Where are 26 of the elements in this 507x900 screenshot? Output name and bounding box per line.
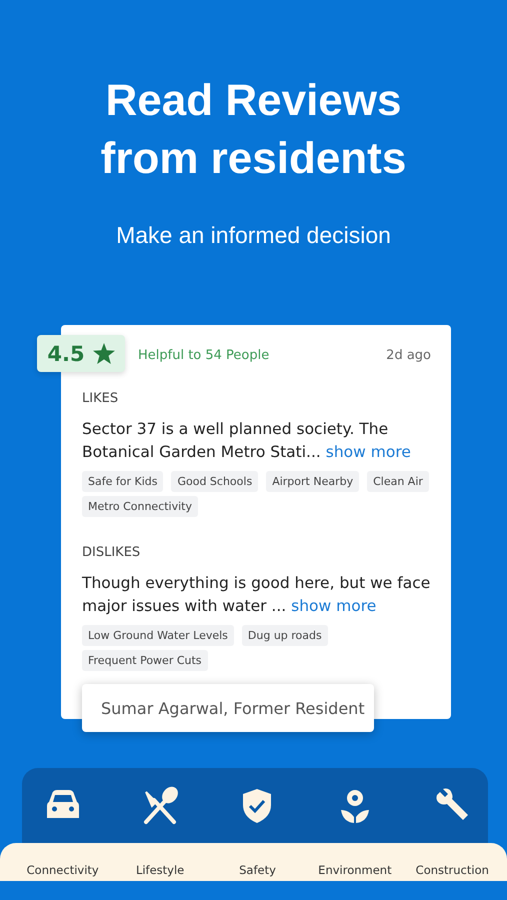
tag: Frequent Power Cuts <box>82 650 208 671</box>
review-text: Though everything is good here, but we face major issues with water ... show more <box>82 573 431 617</box>
tag: Good Schools <box>171 471 258 492</box>
tag: Metro Connectivity <box>82 496 198 517</box>
category-label[interactable]: Construction <box>416 863 489 877</box>
tag: Dug up roads <box>242 625 328 646</box>
section-heading: DISLIKES <box>82 545 142 560</box>
review-time: 2d ago <box>386 348 431 363</box>
section-heading: LIKES <box>82 391 120 406</box>
category-label[interactable]: Safety <box>239 863 276 877</box>
review-text: Sector 37 is a well planned society. The Botanical Garden Metro Stati... show more <box>82 419 412 463</box>
rating-badge: 4.5 <box>37 335 125 372</box>
star-icon <box>92 343 115 364</box>
headline: Read Reviews from residents <box>100 75 408 185</box>
author-card: Sumar Agarwal, Former Resident <box>82 684 374 732</box>
category-label[interactable]: Connectivity <box>26 863 99 877</box>
helpful-count: Helpful to 54 People <box>138 348 270 363</box>
show-more-link[interactable]: show more <box>326 443 411 461</box>
show-more-link[interactable]: show more <box>291 597 376 615</box>
tag: Low Ground Water Levels <box>82 625 234 646</box>
tag: Clean Air <box>367 471 429 492</box>
subheadline: Make an informed decision <box>116 222 391 249</box>
category-label[interactable]: Lifestyle <box>136 863 184 877</box>
tag: Safe for Kids <box>82 471 164 492</box>
tag: Airport Nearby <box>266 471 360 492</box>
category-label[interactable]: Environment <box>318 863 392 877</box>
